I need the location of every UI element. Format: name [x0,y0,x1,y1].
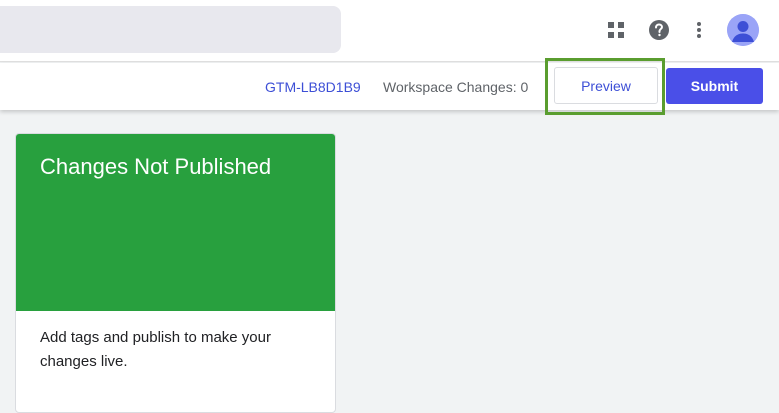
account-avatar-icon[interactable] [727,14,759,46]
submit-button[interactable]: Submit [666,68,763,104]
top-icons [600,14,759,46]
apps-grid-icon[interactable] [600,14,632,46]
workspace-changes-count: Workspace Changes: 0 [383,79,529,95]
container-id-link[interactable]: GTM-LB8D1B9 [265,79,361,95]
card-description: Add tags and publish to make your change… [40,329,271,370]
card-header: Changes Not Published [16,134,335,311]
changes-not-published-card: Changes Not Published Add tags and publi… [15,133,336,413]
workspace-toolbar: GTM-LB8D1B9 Workspace Changes: 0 Preview… [0,58,779,115]
search-bar[interactable] [0,6,341,53]
top-app-bar [0,0,779,62]
card-title: Changes Not Published [40,154,272,179]
help-icon[interactable] [643,14,675,46]
preview-button[interactable]: Preview [554,67,658,104]
more-vert-icon[interactable] [683,14,715,46]
